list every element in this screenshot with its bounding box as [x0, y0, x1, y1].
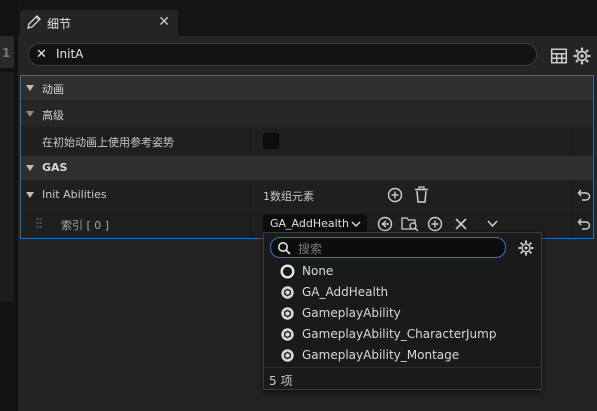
clear-icon[interactable] — [455, 218, 467, 230]
picker-item-label: None — [302, 264, 334, 278]
trash-icon[interactable] — [414, 186, 429, 203]
property-label: 在初始动画上使用参考姿势 — [42, 136, 174, 149]
reset-to-default-icon[interactable] — [577, 217, 591, 231]
blueprint-class-icon — [281, 307, 294, 320]
collapse-arrow-icon[interactable] — [26, 85, 34, 91]
picker-item-none[interactable]: None — [264, 261, 541, 282]
table-view-icon[interactable] — [550, 47, 568, 65]
collapse-arrow-icon[interactable] — [26, 111, 34, 117]
collapse-arrow-icon[interactable] — [26, 165, 34, 171]
settings-gear-icon[interactable] — [573, 47, 591, 65]
column-divider — [250, 181, 251, 209]
category-label: 动画 — [42, 83, 64, 96]
tab-details[interactable]: 细节 ✕ — [20, 10, 178, 36]
picker-item-label: GameplayAbility_CharacterJump — [302, 327, 497, 341]
chevron-down-icon — [351, 221, 361, 228]
column-divider — [250, 210, 251, 238]
property-row-init-abilities: Init Abilities 1数组元素 — [21, 181, 593, 209]
options-chevron-icon[interactable] — [487, 220, 498, 228]
picker-item-count: 5 项 — [269, 374, 293, 388]
picker-item-characterjump[interactable]: GameplayAbility_CharacterJump — [264, 324, 541, 345]
category-gas[interactable]: GAS — [21, 156, 593, 180]
category-label: GAS — [42, 161, 68, 174]
category-label: 高级 — [42, 109, 64, 122]
expand-arrow-icon[interactable] — [26, 192, 34, 198]
category-advanced[interactable]: 高级 — [21, 101, 593, 126]
picker-item-ga-addhealth[interactable]: GA_AddHealth — [264, 282, 541, 303]
search-value: InitA — [56, 47, 84, 61]
picker-footer: 5 项 — [264, 367, 541, 389]
add-new-icon[interactable] — [427, 216, 443, 232]
left-strip-segment — [0, 72, 14, 302]
tab-title: 细节 — [47, 17, 72, 31]
use-selected-asset-icon[interactable] — [377, 216, 393, 232]
column-divider — [571, 127, 572, 155]
column-divider — [571, 210, 572, 238]
blueprint-class-icon — [281, 328, 294, 341]
left-strip-marker: 1 — [2, 46, 11, 60]
property-grid: 动画 高级 在初始动画上使用参考姿势 GAS Init Abilities 1数… — [20, 75, 594, 239]
search-input[interactable]: ✕ InitA — [28, 43, 537, 66]
tab-close-icon[interactable]: ✕ — [158, 14, 170, 30]
index-label: 索引 [ 0 ] — [61, 219, 110, 232]
search-icon — [278, 242, 291, 255]
property-label: Init Abilities — [42, 188, 107, 201]
combo-value: GA_AddHealth — [270, 217, 349, 230]
column-divider — [571, 181, 572, 209]
picker-item-label: GA_AddHealth — [302, 285, 389, 299]
column-divider — [250, 127, 251, 155]
picker-settings-gear-icon[interactable] — [518, 240, 534, 256]
class-picker-dropdown: 搜索 None GA_AddHealth GameplayAbility Gam… — [263, 232, 542, 390]
category-animation[interactable]: 动画 — [21, 76, 593, 100]
ability-class-combo[interactable]: GA_AddHealth — [263, 214, 367, 234]
property-row-ref-pose: 在初始动画上使用参考姿势 — [21, 127, 593, 155]
clear-search-icon[interactable]: ✕ — [36, 47, 47, 62]
ref-pose-checkbox[interactable] — [263, 133, 279, 149]
left-edge-strip: 1 — [0, 0, 18, 411]
picker-item-label: GameplayAbility_Montage — [302, 348, 460, 362]
none-circle-icon — [280, 264, 295, 279]
pencil-icon — [27, 15, 41, 29]
browse-folder-icon[interactable] — [401, 215, 419, 232]
picker-search-placeholder: 搜索 — [298, 242, 323, 256]
blueprint-class-icon — [281, 286, 294, 299]
reset-to-default-icon[interactable] — [577, 188, 591, 202]
drag-handle-icon[interactable] — [36, 217, 42, 231]
add-element-icon[interactable] — [387, 187, 403, 203]
picker-search-input[interactable]: 搜索 — [270, 237, 506, 258]
array-count: 1数组元素 — [263, 190, 314, 203]
blueprint-class-icon — [281, 349, 294, 362]
picker-item-label: GameplayAbility — [302, 306, 401, 320]
picker-item-gameplayability[interactable]: GameplayAbility — [264, 303, 541, 324]
picker-item-montage[interactable]: GameplayAbility_Montage — [264, 345, 541, 366]
